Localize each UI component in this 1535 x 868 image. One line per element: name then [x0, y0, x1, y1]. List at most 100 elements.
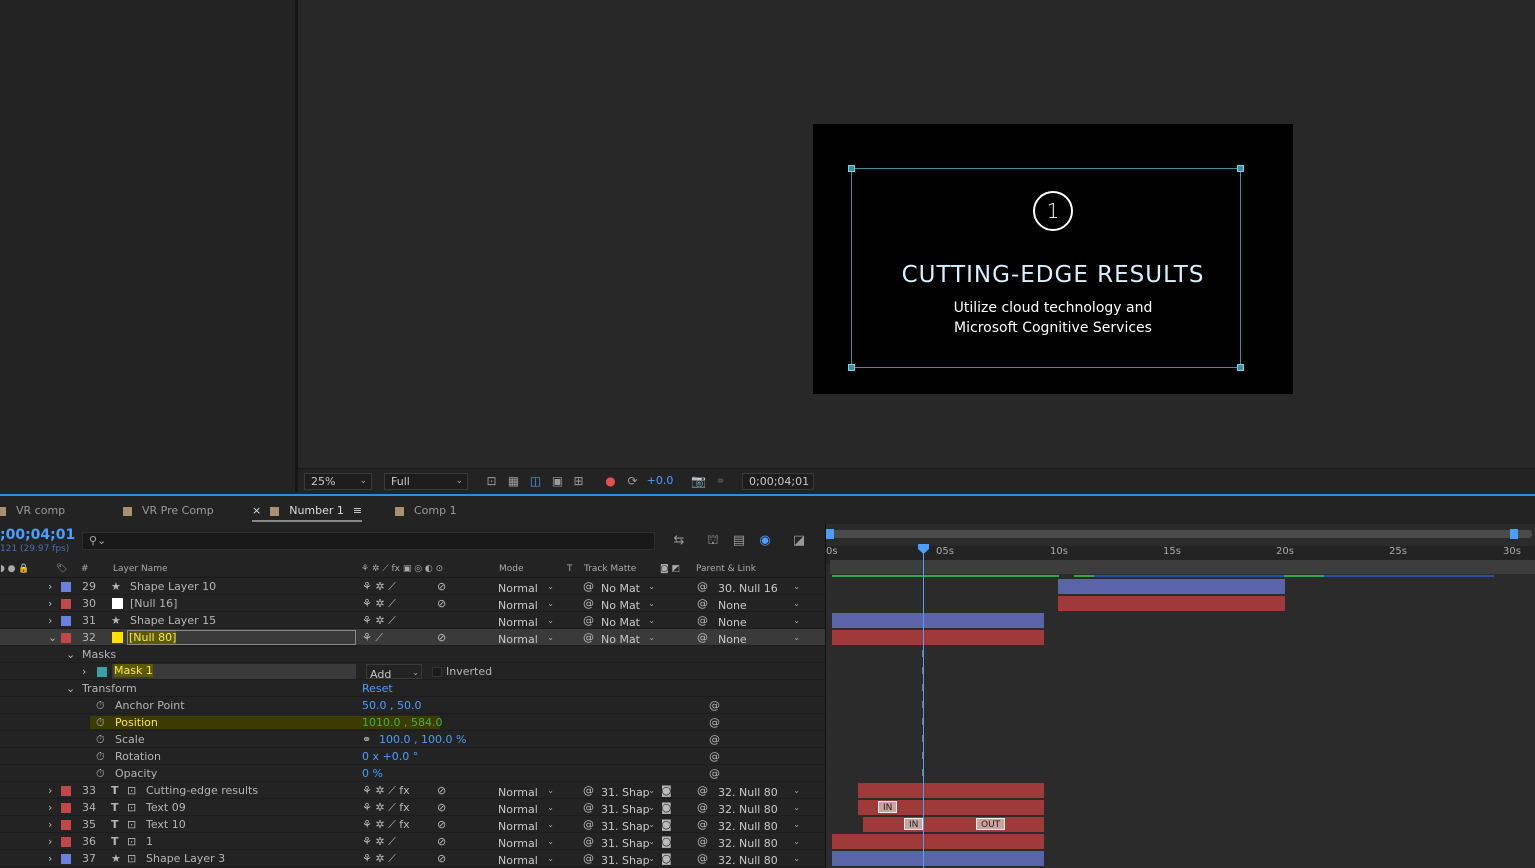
parent-dropdown[interactable]: None ⌄: [718, 630, 802, 646]
parent-dropdown[interactable]: 32. Null 80 ⌄: [718, 834, 802, 850]
stopwatch-icon[interactable]: ⏱: [96, 716, 105, 730]
track-matte-dropdown[interactable]: 31. Shap ⌄: [601, 800, 657, 816]
layer-bar-37[interactable]: [832, 851, 1044, 866]
expression-pickwhip-icon[interactable]: @: [709, 767, 720, 780]
layer-row[interactable]: › 30 [Null 16] ⚘ ✲ ⟋ ⊘ Normal ⌄ @ No Mat ⌄…: [0, 595, 825, 612]
layer-name-field[interactable]: [Null 80]: [127, 630, 356, 645]
expand-arrow-icon[interactable]: ›: [82, 665, 86, 678]
navigator-end-handle[interactable]: [1510, 529, 1518, 539]
constrain-proportions-icon[interactable]: ⚭: [362, 733, 371, 746]
layer-row[interactable]: › 29 ★ Shape Layer 10 ⚘ ✲ ⟋ ⊘ Normal ⌄ @ …: [0, 578, 825, 595]
motion-blur-icon[interactable]: ⊘: [437, 784, 446, 797]
layer-bar-30[interactable]: [1058, 596, 1285, 611]
mode-dropdown[interactable]: Normal ⌄: [498, 783, 556, 799]
layer-marker-out[interactable]: OUT: [976, 818, 1006, 830]
track-matte-dropdown[interactable]: No Mat ⌄: [601, 596, 657, 612]
exposure-value[interactable]: +0.0: [645, 474, 675, 488]
parent-dropdown[interactable]: 32. Null 80 ⌄: [718, 800, 802, 816]
pickwhip-icon[interactable]: @: [697, 614, 708, 627]
label-color[interactable]: [61, 854, 71, 864]
track-matte-dropdown[interactable]: No Mat ⌄: [601, 630, 657, 646]
layer-row[interactable]: › 31 ★ Shape Layer 15 ⚘ ✲ ⟋ Normal ⌄ @ No…: [0, 612, 825, 629]
label-color[interactable]: [61, 616, 71, 626]
region-of-interest-icon[interactable]: ⊡: [484, 474, 499, 488]
track-matte-dropdown[interactable]: No Mat ⌄: [601, 613, 657, 629]
track-matte-dropdown[interactable]: 31. Shap ⌄: [601, 834, 657, 850]
matte-alpha-icon[interactable]: ◙: [661, 784, 672, 797]
mask-row[interactable]: › Mask 1 Add ⌄ Inverted: [0, 663, 825, 681]
parent-dropdown[interactable]: None ⌄: [718, 596, 802, 612]
layer-row-selected[interactable]: ⌄ 32 [Null 80] ⚘ ⟋ ⊘ Normal ⌄ @ No Mat ⌄ @…: [0, 629, 825, 646]
property-value[interactable]: 0 x +0.0 °: [362, 750, 418, 763]
mode-dropdown[interactable]: Normal ⌄: [498, 579, 556, 595]
navigator-start-handle[interactable]: [826, 529, 834, 539]
bbox-handle[interactable]: [848, 364, 855, 371]
expand-arrow-icon[interactable]: ›: [48, 597, 52, 610]
expand-arrow-icon[interactable]: ›: [48, 818, 52, 831]
layer-name[interactable]: [Null 16]: [130, 597, 177, 610]
expression-pickwhip-icon[interactable]: @: [709, 750, 720, 763]
guides-icon[interactable]: ▣: [550, 474, 565, 488]
pickwhip-icon[interactable]: @: [697, 631, 708, 644]
track-matte-dropdown[interactable]: 31. Shap ⌄: [601, 851, 657, 867]
resolution-select[interactable]: Full ⌄: [384, 473, 468, 490]
expand-arrow-icon[interactable]: ›: [48, 801, 52, 814]
zoom-select[interactable]: 25% ⌄: [304, 473, 372, 490]
parent-dropdown[interactable]: 32. Null 80 ⌄: [718, 783, 802, 799]
reset-link[interactable]: Reset: [362, 682, 393, 695]
property-value[interactable]: 0 %: [362, 767, 383, 780]
pickwhip-icon[interactable]: @: [697, 801, 708, 814]
pickwhip-icon[interactable]: @: [697, 835, 708, 848]
menu-icon[interactable]: ≡: [353, 504, 362, 517]
composition-flowchart-icon[interactable]: ⇆: [670, 532, 688, 550]
expand-arrow-icon[interactable]: ›: [48, 852, 52, 865]
mode-dropdown[interactable]: Normal ⌄: [498, 613, 556, 629]
motion-blur-icon[interactable]: ⊘: [437, 801, 446, 814]
mode-dropdown[interactable]: Normal ⌄: [498, 851, 556, 867]
parent-dropdown[interactable]: 32. Null 80 ⌄: [718, 817, 802, 833]
stopwatch-icon[interactable]: ⏱: [96, 733, 105, 747]
pickwhip-icon[interactable]: @: [697, 597, 708, 610]
pickwhip-icon[interactable]: @: [697, 580, 708, 593]
matte-alpha-icon[interactable]: ◙: [661, 852, 672, 865]
tab-number-1[interactable]: × Number 1 ≡: [252, 502, 362, 520]
column-layer-name[interactable]: Layer Name: [113, 564, 168, 574]
matte-alpha-icon[interactable]: ◙: [661, 801, 672, 814]
stopwatch-icon[interactable]: ⏱: [96, 750, 105, 764]
label-color[interactable]: [61, 582, 71, 592]
label-color[interactable]: [61, 820, 71, 830]
expand-arrow-icon[interactable]: ›: [48, 580, 52, 593]
layer-row[interactable]: › 36 T ⊡ 1 ⚘ ✲ ⟋ ⊘ Normal ⌄ @ 31. Shap ⌄ ◙…: [0, 833, 825, 850]
mode-dropdown[interactable]: Normal ⌄: [498, 834, 556, 850]
mask-name-field[interactable]: Mask 1: [112, 664, 356, 679]
layer-marker-in[interactable]: IN: [904, 818, 924, 830]
track-matte-dropdown[interactable]: 31. Shap ⌄: [601, 817, 657, 833]
collapse-arrow-icon[interactable]: ⌄: [66, 648, 75, 661]
frame-blending-icon[interactable]: ▤: [730, 532, 748, 550]
property-row[interactable]: ⏱ Scale ⚭ 100.0 , 100.0 % @: [0, 731, 825, 748]
tab-vr-comp[interactable]: VR comp: [0, 502, 65, 520]
property-row[interactable]: ⏱ Opacity 0 % @: [0, 765, 825, 782]
viewer-timecode[interactable]: 0;00;04;01: [742, 473, 814, 490]
grid-icon[interactable]: ⊞: [571, 474, 586, 488]
bbox-handle[interactable]: [1237, 364, 1244, 371]
layer-bar-29[interactable]: [1058, 579, 1285, 594]
layer-bar-32[interactable]: [832, 630, 1044, 645]
stopwatch-icon[interactable]: ⏱: [96, 699, 105, 713]
layer-name[interactable]: Text 10: [146, 818, 186, 831]
property-value[interactable]: 100.0 , 100.0 %: [379, 733, 466, 746]
work-area-bar[interactable]: [830, 560, 1535, 574]
time-navigator[interactable]: [830, 530, 1532, 538]
layer-row[interactable]: › 37 ★ ⊡ Shape Layer 3 ⚘ ✲ ⟋ ⊘ Normal ⌄ @…: [0, 850, 825, 867]
track-matte-dropdown[interactable]: No Mat ⌄: [601, 579, 657, 595]
inverted-checkbox[interactable]: [432, 667, 442, 677]
motion-blur-icon[interactable]: ⊘: [437, 597, 446, 610]
layer-row[interactable]: › 33 T ⊡ Cutting-edge results ⚘ ✲ ⟋ fx ⊘…: [0, 782, 825, 799]
mode-dropdown[interactable]: Normal ⌄: [498, 596, 556, 612]
mode-dropdown[interactable]: Normal ⌄: [498, 800, 556, 816]
expression-pickwhip-icon[interactable]: @: [709, 699, 720, 712]
layer-name[interactable]: Shape Layer 3: [146, 852, 225, 865]
motion-blur-icon[interactable]: ⊘: [437, 631, 446, 644]
label-color[interactable]: [61, 837, 71, 847]
layer-name[interactable]: Shape Layer 15: [130, 614, 216, 627]
